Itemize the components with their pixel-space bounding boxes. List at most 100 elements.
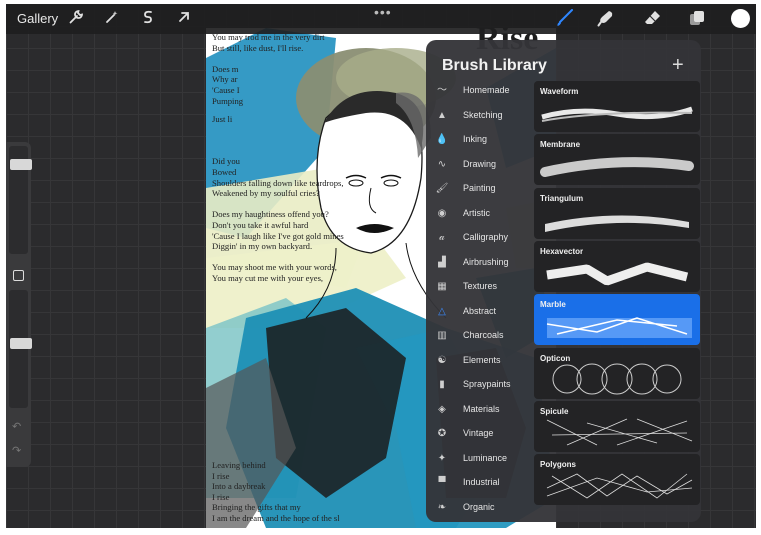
brush-set-label: Abstract [463, 305, 497, 316]
brush-set-label: Materials [463, 403, 500, 414]
brush-set-label: Airbrushing [463, 256, 509, 267]
top-toolbar: Gallery ••• [6, 4, 756, 34]
brush-set-elements[interactable]: ☯ Elements [426, 349, 533, 373]
brush-marble[interactable]: Marble [534, 294, 700, 346]
brush-size-slider[interactable] [9, 146, 32, 254]
redo-icon[interactable]: ↷ [12, 444, 21, 457]
opacity-slider[interactable] [9, 290, 32, 408]
cube-icon: ◈ [438, 403, 446, 415]
brush-set-label: Artistic [463, 207, 490, 218]
brush-set-label: Charcoals [463, 330, 504, 340]
brush-set-drawing[interactable]: ∿ Drawing [426, 153, 533, 177]
spray-can-icon: ▮ [439, 379, 445, 390]
brush-set-label: Calligraphy [463, 232, 509, 242]
brush-set-label: Luminance [463, 452, 508, 463]
palette-icon: ◉ [437, 207, 447, 219]
layers-icon[interactable] [687, 9, 707, 29]
brush-name: Waveform [540, 87, 579, 96]
brush-stroke-preview [537, 99, 697, 132]
gallery-button[interactable]: Gallery [17, 11, 58, 26]
brush-set-charcoals[interactable]: ▥ Charcoals [426, 324, 533, 348]
brush-membrane[interactable]: Membrane [534, 134, 700, 186]
poem-text-middle: Just li Did you Bowed Shoulders falling … [212, 114, 344, 283]
triangle-icon: △ [438, 305, 446, 317]
brush-set-vintage[interactable]: ✪ Vintage [426, 422, 533, 446]
brush-stroke-preview [537, 206, 697, 239]
eyedropper-square-icon[interactable] [13, 270, 24, 281]
brush-set-abstract[interactable]: △ Abstract [426, 300, 533, 324]
wrench-icon[interactable] [66, 9, 86, 29]
charcoal-bars-icon: ▥ [437, 330, 447, 341]
sparkle-icon: ✦ [437, 452, 447, 464]
brush-set-label: Organic [463, 501, 495, 512]
brush-set-label: Sketching [463, 109, 503, 120]
brush-stroke-preview [537, 152, 697, 185]
texture-grid-icon: ▦ [437, 281, 447, 292]
brush-set-materials[interactable]: ◈ Materials [426, 398, 533, 422]
add-brush-button[interactable]: + [672, 54, 684, 77]
smudge-icon[interactable] [596, 9, 616, 29]
brush-set-label: Spraypaints [463, 379, 511, 389]
opacity-knob[interactable] [10, 338, 32, 349]
brush-opticon[interactable]: Opticon [534, 347, 700, 399]
pencil-tip-icon: ▲ [437, 109, 447, 121]
brush-set-airbrushing[interactable]: ▟ Airbrushing [426, 251, 533, 275]
procreate-screen: You may trod me in the very dirt But sti… [6, 4, 756, 528]
brush-polygons[interactable]: Polygons [534, 454, 700, 506]
paintbrush-icon: 🖌 [435, 183, 449, 194]
brush-stroke-preview [537, 312, 697, 345]
brush-set-label: Textures [463, 281, 498, 291]
brush-set-label: Painting [463, 183, 496, 193]
poem-text-top: You may trod me in the very dirt But sti… [212, 32, 325, 106]
brush-name: Membrane [540, 140, 581, 150]
brush-set-organic[interactable]: ❧ Organic [426, 496, 533, 520]
brush-stroke-preview [537, 415, 697, 452]
brush-set-label: Elements [463, 354, 501, 365]
brush-set-industrial[interactable]: ▀ Industrial [426, 471, 533, 495]
brush-hexavector[interactable]: Hexavector [534, 240, 700, 292]
brush-set-label: Homemade [463, 85, 510, 95]
brush-set-label: Industrial [463, 477, 500, 487]
squiggle-icon: ∿ [437, 158, 447, 170]
brush-set-luminance[interactable]: ✦ Luminance [426, 447, 533, 471]
ink-drop-icon: 💧 [435, 134, 449, 145]
brush-waveform[interactable]: Waveform [534, 81, 700, 132]
brush-set-spraypaints[interactable]: ▮ Spraypaints [426, 373, 533, 397]
brush-spicule[interactable]: Spicule [534, 400, 700, 452]
brush-set-painting[interactable]: 🖌 Painting [426, 177, 533, 201]
eraser-icon[interactable] [643, 9, 663, 29]
brush-triangulum[interactable]: Triangulum [534, 187, 700, 239]
brush-set-label: Inking [463, 134, 488, 144]
anvil-icon: ▀ [438, 477, 446, 488]
left-sidebar: ↶ ↷ [6, 142, 32, 467]
brush-set-calligraphy[interactable]: 𝒶 Calligraphy [426, 226, 533, 250]
homemade-stroke-icon: 〜 [437, 85, 447, 96]
brush-set-label: Vintage [463, 428, 494, 438]
star-badge-icon: ✪ [437, 428, 447, 439]
brush-icon[interactable] [555, 9, 575, 29]
undo-icon[interactable]: ↶ [12, 420, 21, 433]
brush-set-artistic[interactable]: ◉ Artistic [426, 202, 533, 226]
brush-set-sketching[interactable]: ▲ Sketching [426, 104, 533, 128]
selection-icon[interactable] [138, 9, 158, 29]
calligraphy-a-icon: 𝒶 [439, 232, 445, 243]
brush-stroke-preview [537, 259, 697, 292]
brush-name: Triangulum [540, 193, 584, 203]
brush-name: Hexavector [540, 246, 584, 256]
more-options-icon[interactable]: ••• [374, 4, 392, 20]
magic-wand-icon[interactable] [102, 9, 122, 29]
brush-stroke-preview [537, 468, 697, 505]
brush-set-label: Drawing [463, 158, 497, 169]
yin-yang-icon: ☯ [437, 354, 447, 366]
brush-name: Marble [540, 300, 566, 310]
brush-library-title: Brush Library [442, 57, 547, 74]
brush-size-knob[interactable] [10, 159, 32, 170]
brush-set-inking[interactable]: 💧 Inking [426, 128, 533, 152]
brush-set-textures[interactable]: ▦ Textures [426, 275, 533, 299]
leaf-icon: ❧ [437, 501, 447, 513]
poem-text-bottom: Leaving behind I rise Into a daybreak I … [212, 460, 340, 523]
airbrush-icon: ▟ [438, 256, 446, 268]
color-picker-button[interactable] [731, 9, 750, 28]
transform-arrow-icon[interactable] [174, 9, 194, 29]
brush-set-homemade[interactable]: 〜 Homemade [426, 79, 533, 103]
